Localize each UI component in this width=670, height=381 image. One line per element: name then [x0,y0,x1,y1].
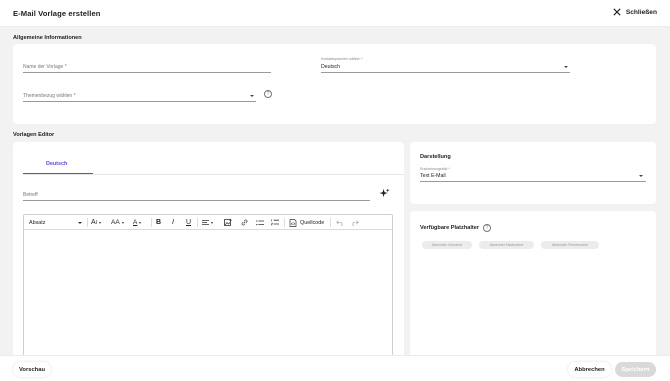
align-button[interactable] [202,215,213,230]
preview-button[interactable]: Vorschau [13,362,51,377]
language-value: Deutsch [321,64,341,70]
image-icon [224,219,232,226]
display-title: Darstellung [420,154,451,160]
language-label: Kontaktsprachen wählen * [321,57,363,61]
align-left-icon [202,219,209,225]
ai-sparkle-icon[interactable] [379,188,390,199]
close-icon [613,8,621,16]
bullet-list-icon [256,219,264,225]
chevron-down-icon [99,221,102,224]
placeholder-chip[interactable]: Absender Nachname [479,241,534,249]
font-family-button[interactable]: AA [111,215,124,230]
insert-image-button[interactable] [224,215,232,230]
font-size-button[interactable]: A I [91,215,102,230]
close-button[interactable]: Schließen [613,8,657,16]
editor-card: Deutsch Betreff Absatz A I AA A B I U Qu… [13,142,404,357]
bold-button[interactable]: B [156,215,161,230]
undo-icon [336,219,343,226]
appearance-label: Erscheinungsbild * [420,167,450,171]
font-family-icon: AA [111,219,120,226]
block-format-label: Absatz [29,219,46,226]
source-code-label: Quellcode [300,219,325,226]
italic-button[interactable]: I [172,215,174,230]
general-section-title: Allgemeine Informationen [13,35,82,41]
block-format-select[interactable]: Absatz [29,215,84,230]
redo-icon [352,219,359,226]
text-color-icon: A [133,219,138,226]
appearance-value: Text E-Mail [420,173,446,179]
help-icon[interactable]: ? [264,90,272,98]
source-code-button[interactable]: Quellcode [289,215,324,230]
subject-placeholder: Betreff [23,192,38,198]
redo-button[interactable] [351,215,359,230]
close-label: Schließen [625,8,657,16]
tab-deutsch[interactable]: Deutsch [46,161,67,167]
editor-section-title: Vorlagen Editor [13,132,55,138]
chevron-down-icon [250,95,254,97]
rich-text-editor[interactable]: Absatz A I AA A B I U Quellcode [23,214,393,357]
underline-button[interactable]: U [186,215,191,230]
general-card: Name der Vorlage * Kontaktsprachen wähle… [13,44,656,124]
display-card: Darstellung Erscheinungsbild * Text E-Ma… [410,142,656,204]
chevron-down-icon [211,221,213,224]
placeholders-title: Verfügbare Platzhalter [420,225,480,231]
placeholders-card: Verfügbare Platzhalter ? Absender Vornam… [410,211,656,357]
insert-link-button[interactable] [241,215,248,230]
bullet-list-button[interactable] [256,215,264,230]
placeholder-chip[interactable]: Absender Firmenname [541,241,599,249]
chevron-down-icon [139,221,142,224]
numbered-list-button[interactable] [271,215,279,230]
template-name-placeholder: Name der Vorlage * [23,64,67,70]
header-bar: E-Mail Vorlage erstellen Schließen [0,0,670,27]
editor-toolbar: Absatz A I AA A B I U Quellcode [24,215,392,230]
cancel-button[interactable]: Abbrechen [568,362,611,377]
topic-placeholder: Themenbezug wählen * [23,93,76,99]
save-button[interactable]: Speichern [615,362,656,377]
undo-button[interactable] [336,215,344,230]
footer-bar: Vorschau Abbrechen Speichern [0,355,670,381]
text-color-button[interactable]: A [133,215,142,230]
link-icon [241,219,248,226]
numbered-list-icon [271,219,279,226]
chevron-down-icon [78,221,82,224]
placeholder-chip[interactable]: Absender Vorname [422,241,472,249]
help-icon[interactable]: ? [483,224,491,232]
chevron-down-icon [121,221,124,224]
source-code-icon [289,218,297,227]
chevron-down-icon [564,66,568,68]
chevron-down-icon [639,175,643,177]
page-title: E-Mail Vorlage erstellen [13,9,101,18]
